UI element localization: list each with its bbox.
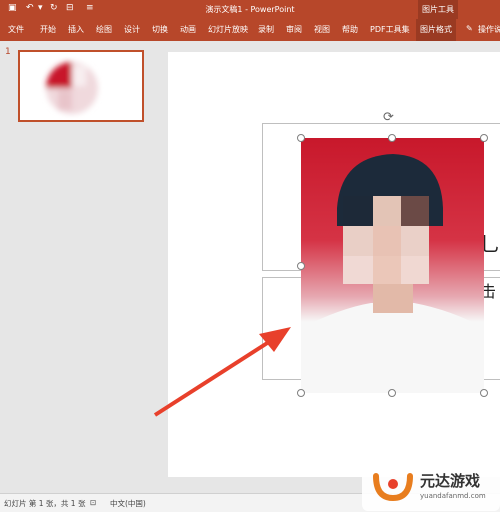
watermark-logo-icon: [373, 473, 413, 502]
notes-icon[interactable]: ⊡: [90, 498, 96, 507]
watermark-name: 元达游戏: [420, 472, 481, 490]
arrow-head: [259, 327, 291, 352]
slide-info: 幻灯片 第 1 张，共 1 张: [4, 499, 86, 508]
language-indicator: 中文(中国): [110, 499, 146, 508]
watermark: 元达游戏 yuandafanmd.com: [362, 462, 500, 511]
annotation-arrow: [153, 327, 291, 417]
arrow-shaft: [153, 338, 274, 417]
watermark-url: yuandafanmd.com: [420, 492, 486, 500]
